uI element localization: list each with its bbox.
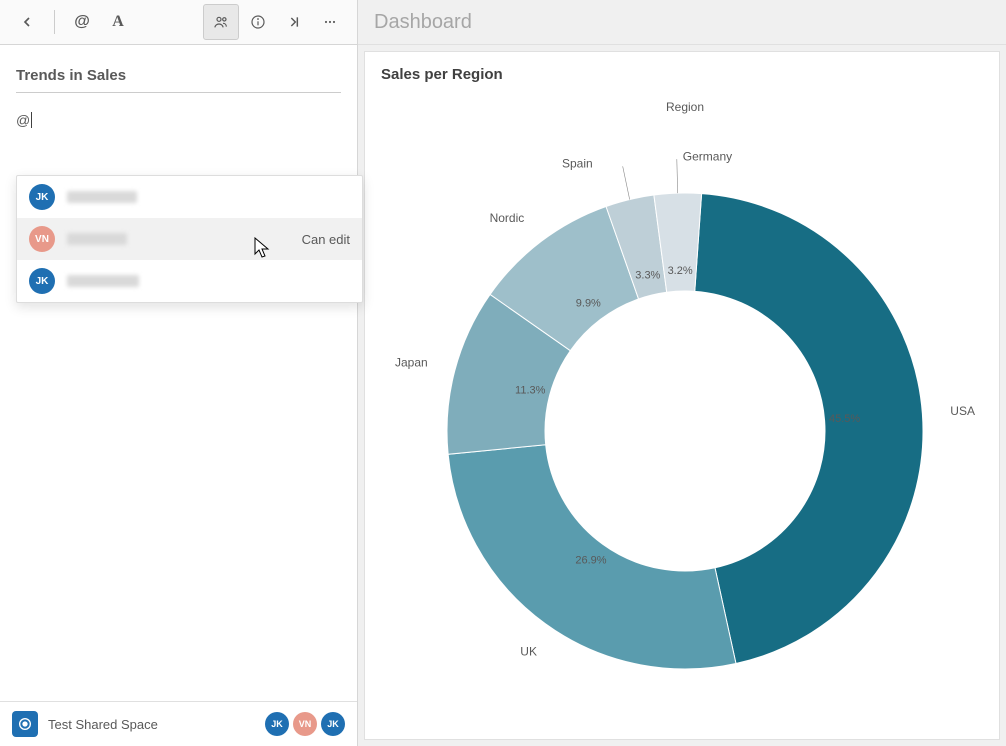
donut-slice-usa[interactable] xyxy=(695,194,923,664)
avatar[interactable]: JK xyxy=(321,712,345,736)
pct-label: 3.3% xyxy=(635,269,660,281)
chart-card: Sales per Region 45.5%26.9%11.3%9.9%3.3%… xyxy=(364,51,1000,740)
mention-permission-label: Can edit xyxy=(302,232,350,247)
space-name: Test Shared Space xyxy=(48,717,158,732)
letter-a-icon: A xyxy=(112,13,124,31)
chevron-left-icon xyxy=(19,14,35,30)
avatar[interactable]: VN xyxy=(293,712,317,736)
mention-option[interactable]: VN Can edit xyxy=(17,218,362,260)
avatar: VN xyxy=(29,226,55,252)
at-sign-icon: @ xyxy=(74,13,90,31)
pct-label: 3.2% xyxy=(668,265,693,277)
slice-label: Japan xyxy=(395,356,428,370)
page-title: Dashboard xyxy=(358,0,1006,45)
sidebar-footer: Test Shared Space JK VN JK xyxy=(0,701,357,746)
main-panel: Dashboard Sales per Region 45.5%26.9%11.… xyxy=(358,0,1006,746)
people-icon xyxy=(213,14,229,30)
avatar: JK xyxy=(29,268,55,294)
notes-toolbar: @ A xyxy=(0,0,357,45)
mention-option[interactable]: JK xyxy=(17,260,362,302)
note-editor[interactable]: @ JK VN Can edit JK xyxy=(0,45,357,701)
collapse-right-icon xyxy=(286,14,302,30)
space-badge[interactable] xyxy=(12,711,38,737)
slice-label: UK xyxy=(520,644,537,658)
slice-label: Nordic xyxy=(490,211,525,225)
toolbar-divider xyxy=(54,10,55,34)
mention-suggestions-popup: JK VN Can edit JK xyxy=(16,175,363,303)
slice-label: Spain xyxy=(562,157,593,171)
avatar: JK xyxy=(29,184,55,210)
more-horizontal-icon xyxy=(322,14,338,30)
info-button[interactable] xyxy=(241,5,275,39)
note-title-input[interactable] xyxy=(16,63,341,93)
info-icon xyxy=(250,14,266,30)
space-icon xyxy=(17,716,33,732)
pct-label: 9.9% xyxy=(576,297,601,309)
chart-legend-title: Region xyxy=(666,100,704,114)
pct-label: 45.5% xyxy=(829,413,860,425)
pct-label: 26.9% xyxy=(575,554,606,566)
more-button[interactable] xyxy=(313,5,347,39)
mention-trigger-text: @ xyxy=(16,112,30,128)
note-body-line[interactable]: @ xyxy=(16,111,341,129)
mention-name-blurred xyxy=(67,191,137,203)
footer-avatars: JK VN JK xyxy=(265,712,345,736)
text-caret xyxy=(31,112,32,128)
avatar[interactable]: JK xyxy=(265,712,289,736)
slice-label: Germany xyxy=(683,149,732,163)
mention-name-blurred xyxy=(67,233,127,245)
donut-chart[interactable]: 45.5% 26.9% 11.3% 9.9% 3.3% 3.2% USA UK Japan Nor… xyxy=(381,83,989,729)
back-button[interactable] xyxy=(10,5,44,39)
collapse-button[interactable] xyxy=(277,5,311,39)
slice-label: USA xyxy=(950,404,975,418)
mention-button[interactable]: @ xyxy=(65,5,99,39)
collaborators-button[interactable] xyxy=(203,4,239,40)
leader-line xyxy=(623,166,630,199)
pct-label: 11.3% xyxy=(515,384,546,396)
notes-sidebar: @ A xyxy=(0,0,358,746)
leader-line xyxy=(677,159,678,193)
mention-name-blurred xyxy=(67,275,139,287)
mention-option[interactable]: JK xyxy=(17,176,362,218)
text-style-button[interactable]: A xyxy=(101,5,135,39)
